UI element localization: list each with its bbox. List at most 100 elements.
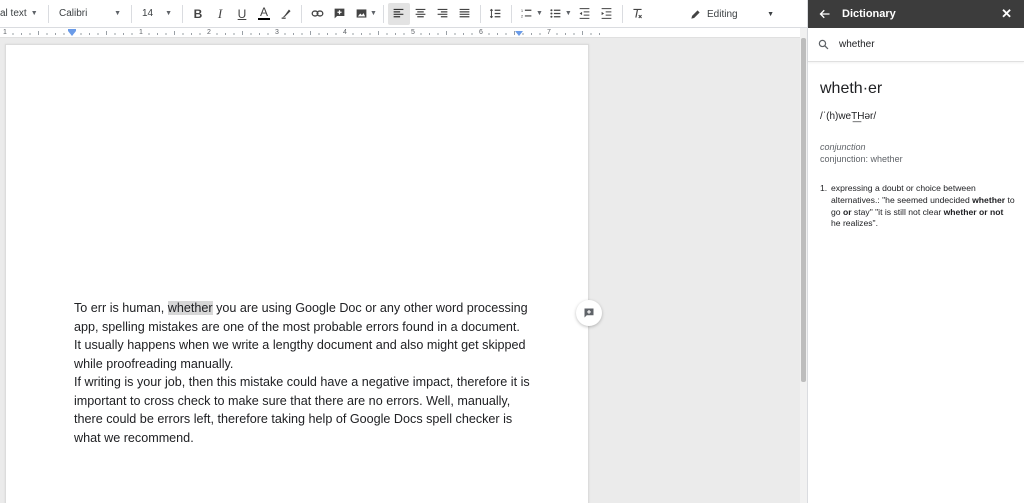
insert-link-button[interactable] — [306, 3, 328, 25]
close-icon[interactable]: ✕ — [1001, 6, 1012, 22]
ruler-tick — [21, 33, 22, 35]
part-of-speech: conjunction — [820, 142, 866, 152]
editing-mode-dropdown[interactable]: Editing ▼ — [690, 0, 780, 28]
ruler-tick — [386, 33, 388, 35]
ruler-tick — [429, 33, 430, 35]
chevron-down-icon: ▼ — [767, 10, 774, 18]
bold-button[interactable]: B — [187, 3, 209, 25]
paragraph-style-dropdown[interactable]: al text ▼ — [0, 0, 44, 28]
ruler-tick — [361, 33, 362, 35]
chevron-down-icon[interactable]: ▼ — [536, 10, 543, 17]
chevron-down-icon[interactable]: ▼ — [370, 10, 377, 17]
svg-text:2: 2 — [521, 14, 524, 19]
decrease-indent-icon — [579, 8, 590, 19]
ruler-tick — [454, 33, 456, 35]
ruler-tick — [131, 33, 133, 35]
toolbar-divider — [182, 4, 183, 23]
ruler-tick — [63, 33, 65, 35]
ruler-tick — [395, 33, 396, 35]
ruler-number: 4 — [342, 28, 348, 37]
justify-button[interactable] — [454, 3, 476, 25]
definition-list: 1. expressing a doubt or choice between … — [820, 183, 1015, 230]
right-indent-marker[interactable] — [515, 31, 523, 36]
insert-image-button[interactable] — [350, 3, 372, 25]
chevron-down-icon[interactable]: ▼ — [565, 10, 572, 17]
ruler-tick — [378, 31, 379, 35]
bulleted-list-button[interactable] — [545, 3, 567, 25]
toolbar-divider — [479, 4, 481, 23]
ruler-tick — [522, 33, 524, 35]
ruler-tick — [514, 31, 515, 35]
ruler-tick — [471, 33, 473, 35]
increase-indent-icon — [601, 8, 612, 19]
ruler-tick — [352, 33, 354, 35]
bulleted-list-icon — [550, 9, 561, 18]
document-page[interactable]: To err is human, whether you are using G… — [5, 44, 589, 503]
ruler-tick — [148, 33, 150, 35]
text-color-button[interactable]: A — [253, 3, 275, 25]
left-indent-marker[interactable] — [68, 31, 76, 36]
highlighter-icon — [281, 9, 291, 19]
ruler-tick — [29, 33, 31, 35]
increase-indent-button[interactable] — [596, 3, 618, 25]
align-left-button[interactable] — [387, 2, 410, 25]
pronunciation: /ˈ(h)weT͟Hər/ — [820, 111, 877, 122]
back-button[interactable] — [808, 8, 842, 20]
dictionary-title: Dictionary — [842, 8, 896, 20]
ruler-tick — [114, 33, 116, 35]
dictionary-header: Dictionary ✕ — [808, 0, 1024, 28]
document-line: app, spelling mistakes are one of the mo… — [74, 319, 520, 334]
align-right-button[interactable] — [432, 3, 454, 25]
add-comment-button[interactable] — [576, 300, 602, 326]
dictionary-search-input[interactable] — [839, 39, 999, 50]
document-line: there could be errors left, therefore ta… — [74, 412, 513, 426]
highlight-color-button[interactable] — [275, 3, 297, 25]
definition-text: expressing a doubt or choice between alt… — [831, 183, 1015, 229]
justify-icon — [460, 8, 470, 18]
font-family-label: Calibri — [59, 8, 88, 19]
headword: wheth·er — [820, 80, 883, 97]
ruler-number: 5 — [410, 28, 416, 37]
ruler-tick — [437, 33, 439, 35]
ruler-tick — [573, 33, 575, 35]
ruler-tick — [97, 33, 99, 35]
chevron-down-icon: ▼ — [165, 10, 172, 17]
ruler-tick — [531, 33, 532, 35]
ruler-tick — [216, 33, 218, 35]
scrollbar-thumb[interactable] — [801, 38, 806, 382]
line-spacing-button[interactable] — [485, 3, 507, 25]
decrease-indent-button[interactable] — [574, 3, 596, 25]
align-left-icon — [394, 8, 404, 18]
part-of-speech-detail: conjunction: whether — [820, 154, 903, 164]
ruler-tick — [250, 33, 252, 35]
ruler-number: 7 — [546, 28, 552, 37]
italic-button[interactable]: I — [209, 3, 231, 25]
first-line-indent-marker[interactable] — [68, 29, 76, 31]
dictionary-panel: Dictionary ✕ wheth·er /ˈ(h)weT͟Hər/ conj… — [807, 0, 1024, 503]
line-spacing-icon — [490, 8, 501, 19]
ruler-tick — [80, 33, 82, 35]
font-size-dropdown[interactable]: 14 ▼ — [136, 0, 178, 28]
ruler-tick — [284, 33, 286, 35]
ruler-tick — [318, 33, 320, 35]
image-icon — [356, 9, 366, 18]
ruler-number: 6 — [478, 28, 484, 37]
align-center-button[interactable] — [410, 3, 432, 25]
ruler-tick — [301, 33, 303, 35]
document-line: If writing is your job, then this mistak… — [74, 375, 530, 389]
font-family-dropdown[interactable]: Calibri ▼ — [53, 0, 127, 28]
selected-word[interactable]: whether — [167, 301, 213, 315]
ruler-tick — [12, 33, 14, 35]
document-line: To err is human, whether you are using G… — [74, 301, 528, 315]
clear-formatting-button[interactable] — [627, 3, 649, 25]
insert-comment-button[interactable] — [328, 3, 350, 25]
underline-button[interactable]: U — [231, 3, 253, 25]
chevron-down-icon: ▼ — [114, 10, 121, 17]
toolbar-divider — [621, 4, 623, 23]
document-body[interactable]: To err is human, whether you are using G… — [74, 299, 534, 447]
document-line: important to cross check to make sure th… — [74, 393, 511, 408]
document-scrollbar[interactable] — [800, 28, 807, 503]
ruler[interactable]: 1 1 2 3 4 5 6 7 — [0, 28, 800, 38]
numbered-list-button[interactable]: 12 — [516, 3, 538, 25]
ruler-tick — [497, 33, 498, 35]
